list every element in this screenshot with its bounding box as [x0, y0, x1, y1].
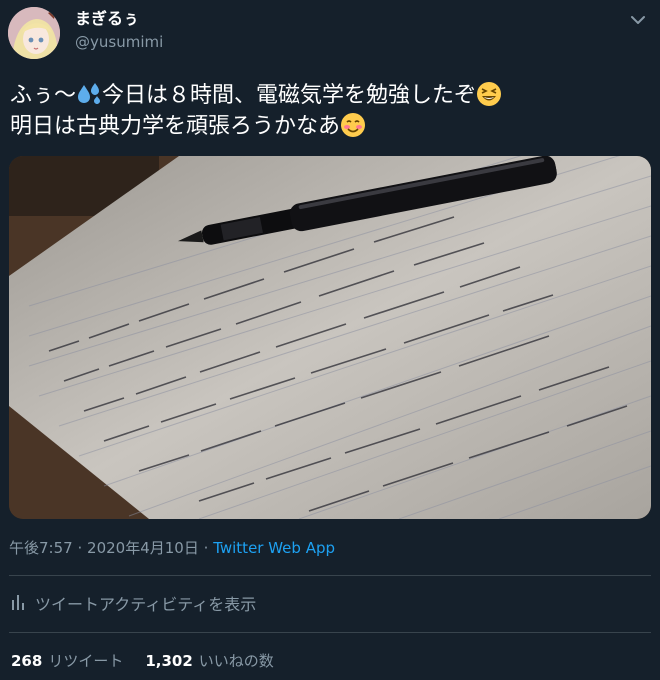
tweet-line-2: 明日は古典力学を頑張ろうかなあ [10, 111, 650, 142]
tweet-text-part-2: 今日は８時間、電磁気学を勉強したぞ [102, 83, 477, 108]
tweet-activity-link[interactable]: ツイートアクティビティを表示 [11, 594, 256, 615]
tweet-stats: 268 リツイート 1,302 いいねの数 [11, 651, 274, 671]
tweet-text: ふぅ〜 今日は８時間、電磁気学を勉強したぞ 明日は古典力学を頑張ろうかなあ [10, 80, 650, 142]
likes-label: いいねの数 [198, 652, 274, 670]
retweets-label: リツイート [48, 652, 124, 670]
display-name[interactable]: まぎるぅ [75, 9, 163, 29]
smiling-blush-face-icon [340, 112, 366, 138]
retweets-stat[interactable]: 268 リツイート [11, 651, 123, 671]
divider [9, 632, 651, 633]
tweet-activity-label: ツイートアクティビティを表示 [35, 594, 257, 614]
likes-count: 1,302 [145, 652, 193, 670]
retweets-count: 268 [11, 652, 43, 670]
divider [9, 575, 651, 576]
tweet-line-1: ふぅ〜 今日は８時間、電磁気学を勉強したぞ [10, 80, 650, 111]
grinning-squinting-face-icon [476, 81, 502, 107]
tweet-meta: 午後7:57 · 2020年4月10日 · Twitter Web App [9, 538, 335, 558]
avatar-image [8, 7, 60, 59]
sweat-droplets-icon [76, 81, 102, 107]
tweet-text-part-1: ふぅ〜 [10, 83, 77, 108]
bar-chart-icon [11, 594, 25, 615]
meta-separator: · [77, 539, 83, 557]
tweet-text-part-3: 明日は古典力学を頑張ろうかなあ [10, 114, 341, 139]
tweet-time[interactable]: 午後7:57 [9, 539, 73, 557]
likes-stat[interactable]: 1,302 いいねの数 [145, 651, 273, 671]
notebook-photo-image [9, 156, 651, 519]
avatar[interactable] [8, 7, 60, 59]
source-app-link[interactable]: Twitter Web App [213, 539, 335, 557]
user-handle[interactable]: @yusumimi [75, 32, 163, 52]
more-options-chevron-icon[interactable] [628, 10, 648, 30]
tweet-date[interactable]: 2020年4月10日 [87, 539, 199, 557]
meta-separator-2: · [203, 539, 209, 557]
tweet-photo[interactable] [9, 156, 651, 519]
user-info[interactable]: まぎるぅ @yusumimi [75, 9, 163, 52]
